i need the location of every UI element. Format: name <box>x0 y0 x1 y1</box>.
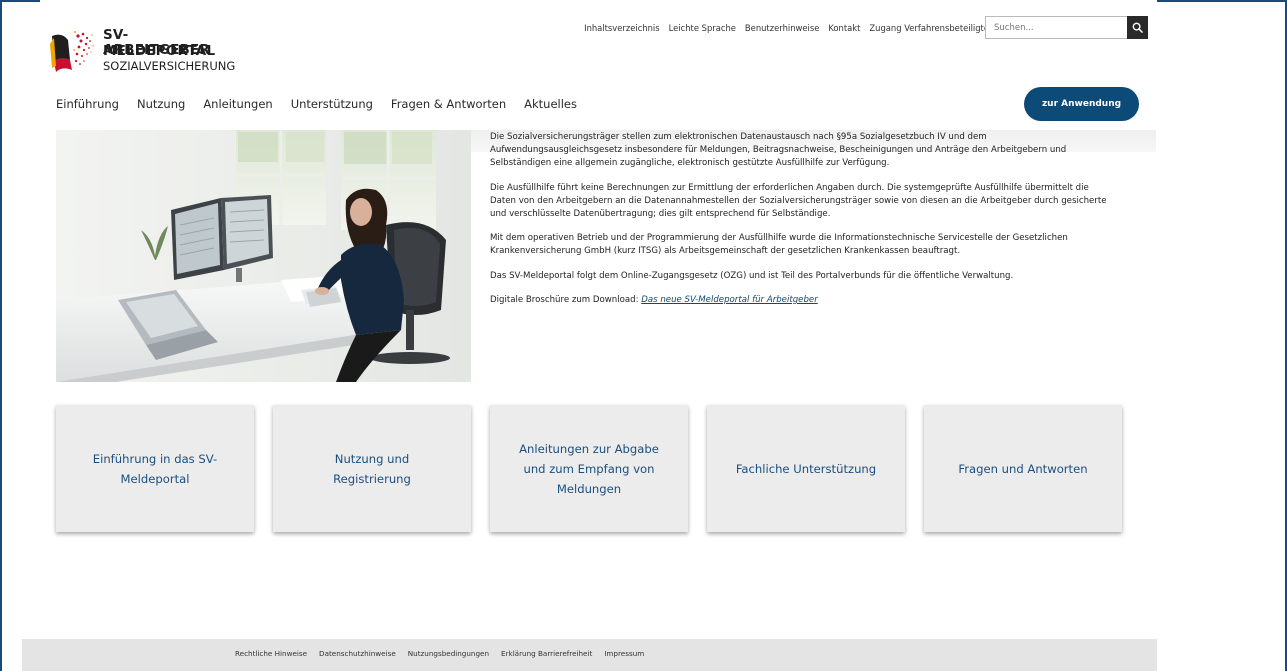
nav-item-einfuehrung[interactable]: Einführung <box>56 97 119 111</box>
intro-text: Die Sozialversicherungsträger stellen zu… <box>490 131 1115 318</box>
search-box <box>985 16 1148 39</box>
tile-einfuehrung[interactable]: Einführung in das SV-Meldeportal <box>56 405 254 532</box>
intro-paragraph: Die Sozialversicherungsträger stellen zu… <box>490 132 1067 169</box>
search-button[interactable] <box>1127 16 1148 39</box>
footer-link-datenschutz[interactable]: Datenschutzhinweise <box>319 649 396 658</box>
util-link-zugang[interactable]: Zugang Verfahrensbeteiligte <box>869 23 989 33</box>
utility-nav: Inhaltsverzeichnis Leichte Sprache Benut… <box>584 23 989 33</box>
logo-mark-icon <box>50 31 94 72</box>
nav-item-nutzung[interactable]: Nutzung <box>137 97 185 111</box>
nav-item-aktuelles[interactable]: Aktuelles <box>524 97 577 111</box>
logo-line-2: ARBEITGEBER <box>103 42 210 58</box>
main-nav: Einführung Nutzung Anleitungen Unterstüt… <box>56 97 577 111</box>
util-link-leichte-sprache[interactable]: Leichte Sprache <box>669 23 736 33</box>
intro-paragraph: Mit dem operativen Betrieb und der Progr… <box>490 233 1068 257</box>
search-input[interactable] <box>986 17 1130 38</box>
site-logo[interactable]: SV-MELDEPORTAL ARBEITGEBER SOZIALVERSICH… <box>48 26 238 78</box>
intro-paragraph: Die Ausfüllhilfe führt keine Berechnunge… <box>490 182 1107 220</box>
tile-fragen-antworten[interactable]: Fragen und Antworten <box>924 405 1122 532</box>
intro-paragraph: Das SV-Meldeportal folgt dem Online-Zuga… <box>490 270 1014 281</box>
tile-nutzung-registrierung[interactable]: Nutzung und Registrierung <box>273 405 471 532</box>
page-footer: Rechtliche Hinweise Datenschutzhinweise … <box>22 639 1157 671</box>
footer-link-nutzungsbedingungen[interactable]: Nutzungsbedingungen <box>408 649 489 658</box>
download-prefix: Digitale Broschüre zum Download: <box>490 294 642 305</box>
footer-link-impressum[interactable]: Impressum <box>604 649 644 658</box>
page-container: SV-MELDEPORTAL ARBEITGEBER SOZIALVERSICH… <box>40 0 1157 671</box>
hero-image <box>56 130 471 382</box>
brochure-download-link[interactable]: Das neue SV-Meldeportal für Arbeitgeber <box>641 295 817 305</box>
search-icon <box>1132 22 1143 33</box>
util-link-kontakt[interactable]: Kontakt <box>828 23 860 33</box>
download-paragraph: Digitale Broschüre zum Download: Das neu… <box>490 294 1115 307</box>
topic-tiles: Einführung in das SV-Meldeportal Nutzung… <box>56 405 1125 532</box>
nav-item-anleitungen[interactable]: Anleitungen <box>203 97 272 111</box>
tile-fachliche-unterstuetzung[interactable]: Fachliche Unterstützung <box>707 405 905 532</box>
footer-link-rechtliche-hinweise[interactable]: Rechtliche Hinweise <box>235 649 307 658</box>
nav-item-fragen-antworten[interactable]: Fragen & Antworten <box>391 97 506 111</box>
zur-anwendung-button[interactable]: zur Anwendung <box>1024 87 1139 121</box>
hero-illustration <box>56 130 471 382</box>
util-link-inhaltsverzeichnis[interactable]: Inhaltsverzeichnis <box>584 23 660 33</box>
logo-line-3: SOZIALVERSICHERUNG <box>103 59 236 73</box>
tile-anleitungen[interactable]: Anleitungen zur Abgabe und zum Empfang v… <box>490 405 688 532</box>
util-link-benutzerhinweise[interactable]: Benutzerhinweise <box>745 23 819 33</box>
footer-link-barrierefreiheit[interactable]: Erklärung Barrierefreiheit <box>501 649 592 658</box>
nav-item-unterstuetzung[interactable]: Unterstützung <box>291 97 373 111</box>
footer-links: Rechtliche Hinweise Datenschutzhinweise … <box>235 649 644 658</box>
